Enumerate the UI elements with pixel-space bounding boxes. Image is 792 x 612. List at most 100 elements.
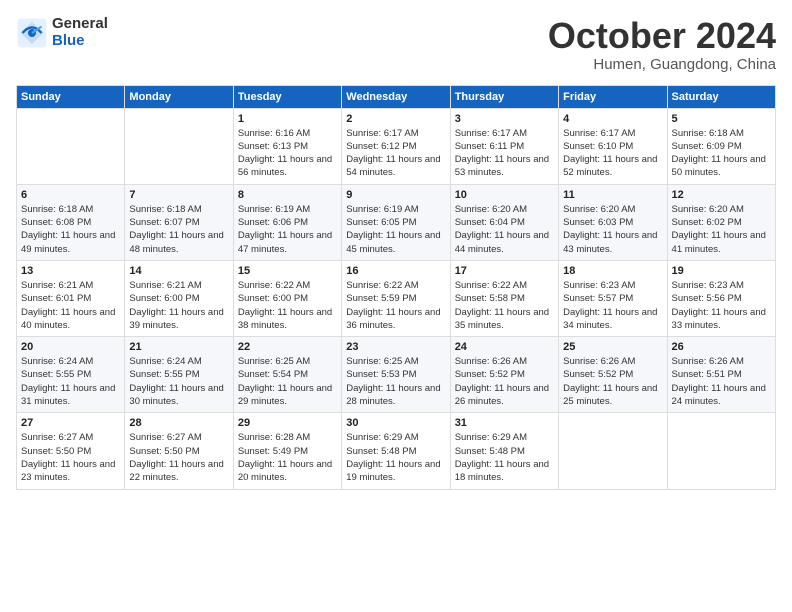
day-info: Sunrise: 6:17 AM Sunset: 6:12 PM Dayligh… bbox=[346, 127, 445, 180]
calendar-cell: 13Sunrise: 6:21 AM Sunset: 6:01 PM Dayli… bbox=[17, 260, 125, 336]
calendar-cell: 10 Sunrise: 6:20 AM Sunset: 6:04 PM Dayli… bbox=[450, 184, 558, 260]
calendar-cell: 20Sunrise: 6:24 AM Sunset: 5:55 PM Dayli… bbox=[17, 337, 125, 413]
calendar-cell: 6 Sunrise: 6:18 AM Sunset: 6:08 PM Daylig… bbox=[17, 184, 125, 260]
calendar-cell: 16Sunrise: 6:22 AM Sunset: 5:59 PM Dayli… bbox=[342, 260, 450, 336]
day-info: Sunrise: 6:21 AM Sunset: 6:01 PM Dayligh… bbox=[21, 279, 120, 332]
calendar-cell: 27Sunrise: 6:27 AM Sunset: 5:50 PM Dayli… bbox=[17, 413, 125, 489]
calendar-cell: 3 Sunrise: 6:17 AM Sunset: 6:11 PM Daylig… bbox=[450, 108, 558, 184]
day-info: Sunrise: 6:17 AM Sunset: 6:10 PM Dayligh… bbox=[563, 127, 662, 180]
calendar-cell: 11 Sunrise: 6:20 AM Sunset: 6:03 PM Dayli… bbox=[559, 184, 667, 260]
calendar-cell: 22Sunrise: 6:25 AM Sunset: 5:54 PM Dayli… bbox=[233, 337, 341, 413]
calendar-table: SundayMondayTuesdayWednesdayThursdayFrid… bbox=[16, 85, 776, 490]
calendar-cell bbox=[667, 413, 775, 489]
day-number: 7 bbox=[129, 189, 228, 201]
calendar-cell bbox=[17, 108, 125, 184]
day-number: 9 bbox=[346, 189, 445, 201]
calendar-cell: 8 Sunrise: 6:19 AM Sunset: 6:06 PM Daylig… bbox=[233, 184, 341, 260]
day-number: 1 bbox=[238, 113, 337, 125]
day-info: Sunrise: 6:23 AM Sunset: 5:56 PM Dayligh… bbox=[672, 279, 771, 332]
day-info: Sunrise: 6:26 AM Sunset: 5:52 PM Dayligh… bbox=[563, 355, 662, 408]
calendar-week-row: 27Sunrise: 6:27 AM Sunset: 5:50 PM Dayli… bbox=[17, 413, 776, 489]
day-info: Sunrise: 6:26 AM Sunset: 5:52 PM Dayligh… bbox=[455, 355, 554, 408]
calendar-cell: 5 Sunrise: 6:18 AM Sunset: 6:09 PM Daylig… bbox=[667, 108, 775, 184]
title-block: October 2024 Humen, Guangdong, China bbox=[548, 16, 776, 73]
day-number: 31 bbox=[455, 417, 554, 429]
day-info: Sunrise: 6:20 AM Sunset: 6:02 PM Dayligh… bbox=[672, 203, 771, 256]
page-header: General Blue October 2024 Humen, Guangdo… bbox=[16, 16, 776, 73]
day-info: Sunrise: 6:18 AM Sunset: 6:09 PM Dayligh… bbox=[672, 127, 771, 180]
day-number: 3 bbox=[455, 113, 554, 125]
day-info: Sunrise: 6:17 AM Sunset: 6:11 PM Dayligh… bbox=[455, 127, 554, 180]
weekday-header: Sunday bbox=[17, 85, 125, 108]
calendar-cell: 26 Sunrise: 6:26 AM Sunset: 5:51 PM Dayli… bbox=[667, 337, 775, 413]
calendar-cell: 24Sunrise: 6:26 AM Sunset: 5:52 PM Dayli… bbox=[450, 337, 558, 413]
calendar-cell: 12 Sunrise: 6:20 AM Sunset: 6:02 PM Dayli… bbox=[667, 184, 775, 260]
day-number: 12 bbox=[672, 189, 771, 201]
calendar-cell: 18Sunrise: 6:23 AM Sunset: 5:57 PM Dayli… bbox=[559, 260, 667, 336]
logo: General Blue bbox=[16, 16, 108, 49]
calendar-week-row: 13Sunrise: 6:21 AM Sunset: 6:01 PM Dayli… bbox=[17, 260, 776, 336]
calendar-cell: 23 Sunrise: 6:25 AM Sunset: 5:53 PM Dayli… bbox=[342, 337, 450, 413]
day-info: Sunrise: 6:23 AM Sunset: 5:57 PM Dayligh… bbox=[563, 279, 662, 332]
day-number: 16 bbox=[346, 265, 445, 277]
month-title: October 2024 bbox=[548, 16, 776, 56]
calendar-cell: 2 Sunrise: 6:17 AM Sunset: 6:12 PM Daylig… bbox=[342, 108, 450, 184]
day-info: Sunrise: 6:29 AM Sunset: 5:48 PM Dayligh… bbox=[346, 431, 445, 484]
calendar-cell: 17 Sunrise: 6:22 AM Sunset: 5:58 PM Dayli… bbox=[450, 260, 558, 336]
calendar-week-row: 6 Sunrise: 6:18 AM Sunset: 6:08 PM Daylig… bbox=[17, 184, 776, 260]
day-number: 17 bbox=[455, 265, 554, 277]
day-info: Sunrise: 6:25 AM Sunset: 5:53 PM Dayligh… bbox=[346, 355, 445, 408]
calendar-header-row: SundayMondayTuesdayWednesdayThursdayFrid… bbox=[17, 85, 776, 108]
calendar-cell: 1Sunrise: 6:16 AM Sunset: 6:13 PM Daylig… bbox=[233, 108, 341, 184]
day-info: Sunrise: 6:19 AM Sunset: 6:06 PM Dayligh… bbox=[238, 203, 337, 256]
day-number: 19 bbox=[672, 265, 771, 277]
day-info: Sunrise: 6:27 AM Sunset: 5:50 PM Dayligh… bbox=[129, 431, 228, 484]
day-number: 29 bbox=[238, 417, 337, 429]
day-info: Sunrise: 6:26 AM Sunset: 5:51 PM Dayligh… bbox=[672, 355, 771, 408]
day-number: 20 bbox=[21, 341, 120, 353]
calendar-week-row: 20 Sunrise: 6:24 AM Sunset: 5:55 PM Dayli… bbox=[17, 337, 776, 413]
day-number: 10 bbox=[455, 189, 554, 201]
day-number: 11 bbox=[563, 189, 662, 201]
calendar-cell bbox=[125, 108, 233, 184]
calendar-cell: 15Sunrise: 6:22 AM Sunset: 6:00 PM Dayli… bbox=[233, 260, 341, 336]
day-number: 23 bbox=[346, 341, 445, 353]
calendar-cell: 19 Sunrise: 6:23 AM Sunset: 5:56 PM Dayli… bbox=[667, 260, 775, 336]
location-subtitle: Humen, Guangdong, China bbox=[548, 56, 776, 73]
calendar-cell: 21 Sunrise: 6:24 AM Sunset: 5:55 PM Dayli… bbox=[125, 337, 233, 413]
day-info: Sunrise: 6:18 AM Sunset: 6:07 PM Dayligh… bbox=[129, 203, 228, 256]
day-info: Sunrise: 6:29 AM Sunset: 5:48 PM Dayligh… bbox=[455, 431, 554, 484]
calendar-cell: 31 Sunrise: 6:29 AM Sunset: 5:48 PM Dayli… bbox=[450, 413, 558, 489]
day-number: 14 bbox=[129, 265, 228, 277]
calendar-cell: 30Sunrise: 6:29 AM Sunset: 5:48 PM Dayli… bbox=[342, 413, 450, 489]
day-number: 6 bbox=[21, 189, 120, 201]
weekday-header: Tuesday bbox=[233, 85, 341, 108]
day-number: 22 bbox=[238, 341, 337, 353]
weekday-header: Wednesday bbox=[342, 85, 450, 108]
day-info: Sunrise: 6:21 AM Sunset: 6:00 PM Dayligh… bbox=[129, 279, 228, 332]
day-info: Sunrise: 6:22 AM Sunset: 6:00 PM Dayligh… bbox=[238, 279, 337, 332]
calendar-cell: 14 Sunrise: 6:21 AM Sunset: 6:00 PM Dayli… bbox=[125, 260, 233, 336]
weekday-header: Thursday bbox=[450, 85, 558, 108]
calendar-cell: 9Sunrise: 6:19 AM Sunset: 6:05 PM Daylig… bbox=[342, 184, 450, 260]
day-info: Sunrise: 6:20 AM Sunset: 6:04 PM Dayligh… bbox=[455, 203, 554, 256]
day-info: Sunrise: 6:28 AM Sunset: 5:49 PM Dayligh… bbox=[238, 431, 337, 484]
logo-icon bbox=[16, 17, 48, 49]
day-number: 5 bbox=[672, 113, 771, 125]
day-number: 26 bbox=[672, 341, 771, 353]
calendar-cell: 7 Sunrise: 6:18 AM Sunset: 6:07 PM Daylig… bbox=[125, 184, 233, 260]
day-info: Sunrise: 6:24 AM Sunset: 5:55 PM Dayligh… bbox=[129, 355, 228, 408]
day-number: 25 bbox=[563, 341, 662, 353]
weekday-header: Monday bbox=[125, 85, 233, 108]
logo-text: General Blue bbox=[52, 16, 108, 49]
calendar-cell bbox=[559, 413, 667, 489]
day-info: Sunrise: 6:20 AM Sunset: 6:03 PM Dayligh… bbox=[563, 203, 662, 256]
calendar-week-row: 1Sunrise: 6:16 AM Sunset: 6:13 PM Daylig… bbox=[17, 108, 776, 184]
day-number: 2 bbox=[346, 113, 445, 125]
calendar-cell: 4Sunrise: 6:17 AM Sunset: 6:10 PM Daylig… bbox=[559, 108, 667, 184]
day-number: 28 bbox=[129, 417, 228, 429]
day-number: 8 bbox=[238, 189, 337, 201]
day-info: Sunrise: 6:22 AM Sunset: 5:58 PM Dayligh… bbox=[455, 279, 554, 332]
day-info: Sunrise: 6:18 AM Sunset: 6:08 PM Dayligh… bbox=[21, 203, 120, 256]
day-number: 21 bbox=[129, 341, 228, 353]
